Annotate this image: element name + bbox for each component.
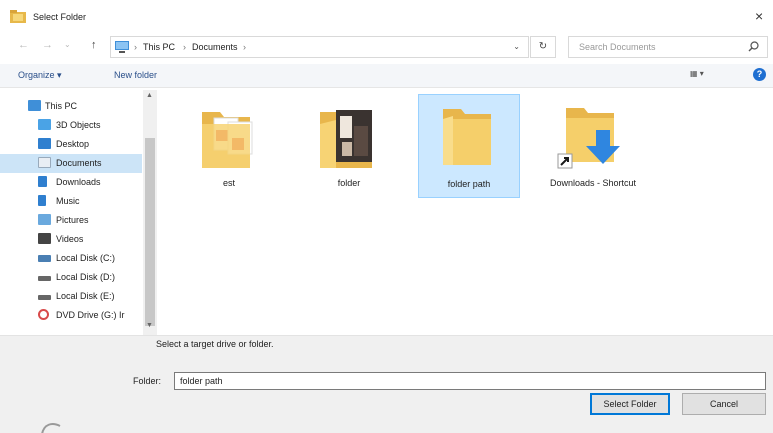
sidebar-item-pictures[interactable]: Pictures: [0, 211, 142, 230]
sidebar-item-label: Pictures: [56, 215, 89, 225]
folder-name-input[interactable]: [174, 372, 766, 390]
sidebar-item-downloads[interactable]: Downloads: [0, 173, 142, 192]
pc-icon: [28, 100, 41, 111]
search-icon: [748, 41, 759, 52]
folder-app-icon: [10, 10, 26, 23]
command-toolbar: Organize ▾ New folder ▦ ▾ ?: [0, 64, 773, 88]
folder-label: folder: [337, 178, 361, 188]
sidebar-item-local-disk-e[interactable]: Local Disk (E:): [0, 287, 142, 306]
breadcrumb-documents[interactable]: Documents: [192, 42, 238, 52]
close-icon[interactable]: ×: [755, 8, 763, 24]
help-icon[interactable]: ?: [753, 68, 766, 81]
folder-field-label: Folder:: [133, 376, 162, 386]
folder-tile-folder[interactable]: folder: [298, 96, 400, 194]
refresh-icon[interactable]: ↻: [530, 36, 556, 58]
desktop-icon: [38, 138, 51, 149]
sidebar-item-local-disk-d[interactable]: Local Disk (D:): [0, 268, 142, 287]
pc-icon: [115, 41, 129, 53]
folder-photo-icon: [320, 110, 372, 168]
sidebar-item-local-disk-c[interactable]: Local Disk (C:): [0, 249, 142, 268]
new-folder-button[interactable]: New folder: [114, 70, 157, 80]
sidebar-item-label: 3D Objects: [56, 120, 101, 130]
chevron-down-icon[interactable]: ⌄: [513, 42, 520, 51]
organize-button[interactable]: Organize ▾: [18, 70, 62, 81]
music-icon: [38, 195, 46, 206]
folder-view: est folder folder path Downloads - Short…: [158, 90, 773, 335]
window-title: Select Folder: [33, 12, 87, 22]
cancel-button[interactable]: Cancel: [682, 393, 766, 415]
recent-locations-icon[interactable]: ⌄: [64, 40, 71, 49]
documents-icon: [38, 157, 51, 168]
folder-icon: [443, 109, 491, 165]
scroll-down-icon[interactable]: ▼: [146, 322, 153, 329]
folder-tile-folder-path[interactable]: folder path: [418, 94, 520, 198]
sidebar-item-dvd-drive[interactable]: DVD Drive (G:) Ir: [0, 306, 142, 325]
cursor-shadow-decoration: [41, 423, 61, 433]
disk-icon: [38, 276, 51, 281]
sidebar-item-label: Downloads: [56, 177, 101, 187]
sidebar-item-label: Local Disk (E:): [56, 291, 115, 301]
sidebar-item-documents[interactable]: Documents: [0, 154, 142, 173]
scrollbar-thumb[interactable]: [145, 138, 155, 326]
back-arrow-icon[interactable]: ←: [18, 39, 29, 51]
sidebar-item-label: DVD Drive (G:) Ir: [56, 310, 125, 320]
folder-label: Downloads - Shortcut: [549, 178, 637, 188]
forward-arrow-icon[interactable]: →: [42, 39, 53, 51]
videos-icon: [38, 233, 51, 244]
disk-icon: [38, 255, 51, 262]
folder-tile-est[interactable]: est: [178, 96, 280, 194]
folder-pdf-icon: [202, 112, 253, 168]
sidebar-item-label: Videos: [56, 234, 84, 244]
sidebar-item-videos[interactable]: Videos: [0, 230, 142, 249]
sidebar-item-3d-objects[interactable]: 3D Objects: [0, 116, 142, 135]
breadcrumb-separator: ›: [183, 42, 186, 52]
disk-icon: [38, 295, 51, 300]
up-arrow-icon[interactable]: ↑: [91, 39, 97, 51]
breadcrumb-separator: ›: [243, 42, 246, 52]
download-icon: [38, 176, 47, 187]
sidebar-item-label: Documents: [56, 158, 102, 168]
folder-label: est: [222, 178, 235, 188]
navigation-bar: ← → ⌄ ↑ › This PC › Documents › ⌄ ↻ Sear…: [0, 34, 773, 60]
sidebar-item-label: Music: [56, 196, 80, 206]
view-options-icon[interactable]: ▦ ▾: [690, 69, 704, 78]
sidebar-item-label: Desktop: [56, 139, 90, 149]
select-folder-button[interactable]: Select Folder: [590, 393, 670, 415]
folder-tile-downloads-shortcut[interactable]: Downloads - Shortcut: [538, 96, 648, 194]
search-input[interactable]: Search Documents: [568, 36, 768, 58]
scroll-up-icon[interactable]: ▲: [146, 92, 153, 99]
address-bar[interactable]: › This PC › Documents › ⌄: [110, 36, 529, 58]
sidebar-item-this-pc[interactable]: This PC: [0, 97, 142, 116]
dvd-icon: [38, 309, 49, 320]
search-placeholder: Search Documents: [579, 42, 656, 52]
pictures-icon: [38, 214, 51, 225]
sidebar-item-label: Local Disk (C:): [56, 253, 116, 263]
title-bar: Select Folder ×: [0, 0, 773, 34]
folder-label: folder path: [447, 179, 491, 189]
breadcrumb-separator: ›: [134, 42, 137, 52]
folder-shortcut-icon: [557, 108, 620, 169]
navigation-pane: This PC 3D Objects Desktop Documents Dow…: [0, 90, 158, 335]
breadcrumb-this-pc[interactable]: This PC: [143, 42, 175, 52]
dialog-footer: Select a target drive or folder. Folder:…: [0, 335, 773, 433]
sidebar-item-desktop[interactable]: Desktop: [0, 135, 142, 154]
sidebar-item-label: Local Disk (D:): [56, 272, 116, 282]
sidebar-item-music[interactable]: Music: [0, 192, 142, 211]
selection-hint: Select a target drive or folder.: [156, 339, 274, 349]
cube-icon: [38, 119, 51, 130]
sidebar-item-label: This PC: [45, 101, 78, 111]
